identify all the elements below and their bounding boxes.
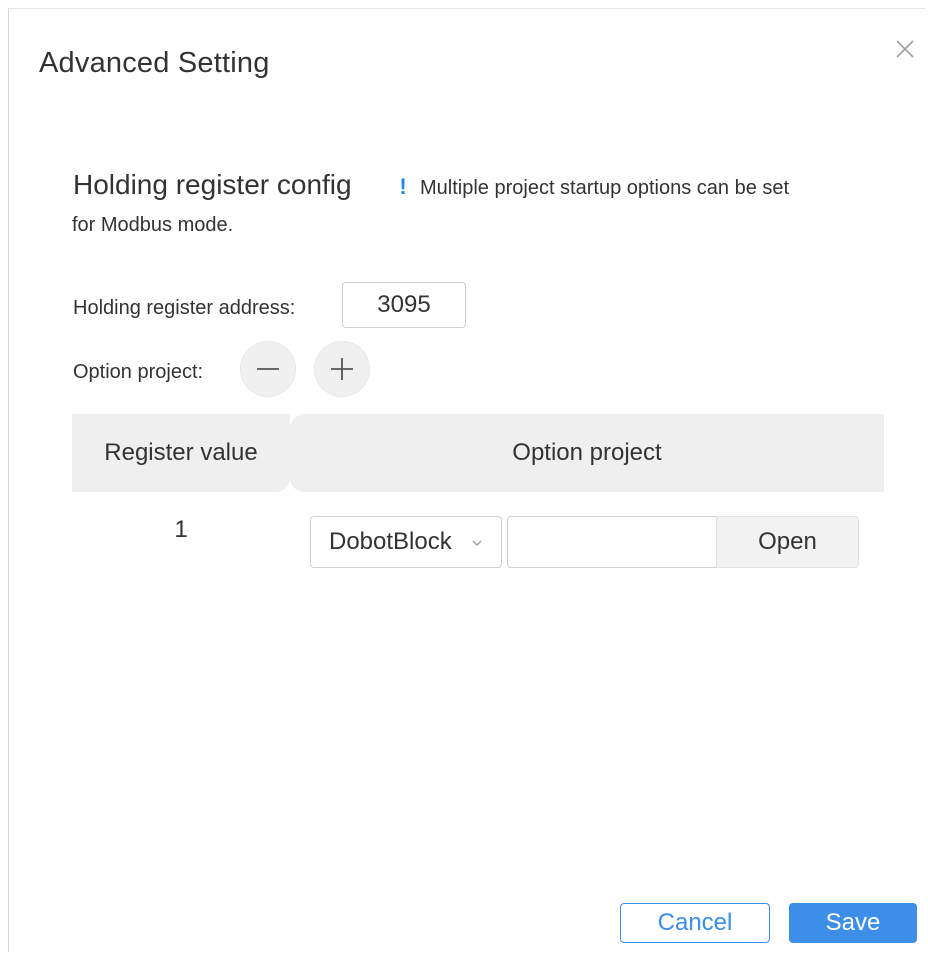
advanced-setting-dialog: Advanced Setting Holding register config… (8, 8, 926, 952)
open-button[interactable]: Open (716, 516, 859, 568)
close-icon[interactable] (893, 37, 917, 61)
remove-option-button[interactable] (240, 341, 296, 397)
add-option-button[interactable] (314, 341, 370, 397)
save-button[interactable]: Save (789, 903, 917, 943)
info-icon: ! (399, 174, 407, 199)
cancel-button[interactable]: Cancel (620, 903, 770, 943)
column-header-option-project: Option project (290, 414, 884, 492)
project-type-value: DobotBlock (329, 528, 452, 555)
table-header: Register value Option project (72, 414, 884, 492)
minus-icon (257, 368, 279, 370)
dialog-title: Advanced Setting (39, 47, 270, 79)
register-value-cell: 1 (174, 516, 188, 543)
option-project-table: Register value Option project 1 DobotBlo… (72, 414, 884, 568)
project-path-input[interactable] (507, 516, 717, 568)
option-project-label: Option project: (73, 361, 204, 383)
column-header-register-value: Register value (72, 414, 290, 492)
section-title: Holding register config (73, 169, 352, 200)
section-hint-continued: for Modbus mode. (72, 214, 234, 236)
project-type-select[interactable]: DobotBlock (310, 516, 502, 568)
chevron-down-icon (472, 540, 482, 546)
table-row: 1 DobotBlock Open (72, 492, 884, 568)
holding-register-address-input[interactable] (342, 282, 466, 328)
holding-register-address-label: Holding register address: (73, 297, 296, 319)
plus-icon (331, 358, 353, 380)
section-hint: Multiple project startup options can be … (420, 177, 790, 199)
